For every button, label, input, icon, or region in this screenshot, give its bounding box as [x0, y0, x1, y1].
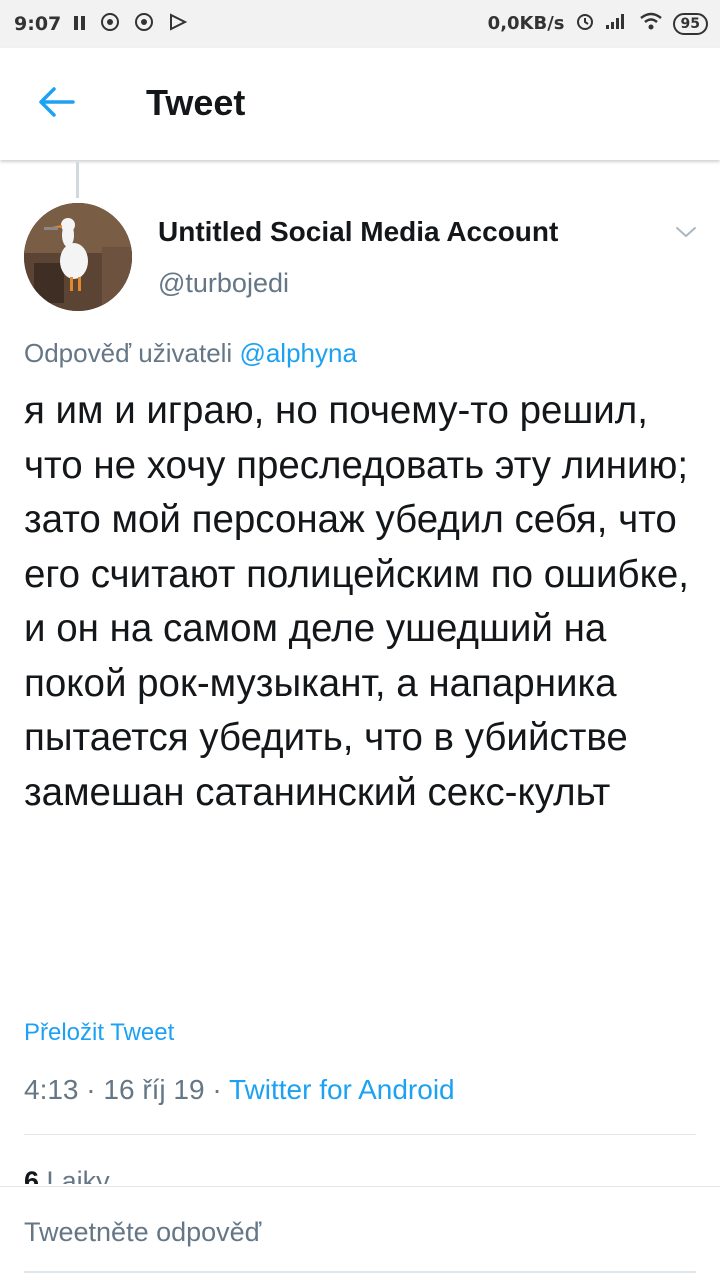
tweet-time: 4:13 [24, 1074, 79, 1105]
user-handle[interactable]: @turbojedi [158, 268, 289, 299]
likes-count[interactable]: 6 Laiky [24, 1166, 110, 1184]
signal-icon [605, 12, 629, 35]
status-bar: 9:07 0,0KB/s 95 [0, 0, 720, 48]
tweet-source-link[interactable]: Twitter for Android [229, 1074, 455, 1105]
status-time: 9:07 [14, 13, 62, 35]
reply-input-underline [24, 1271, 696, 1273]
reply-to-line: Odpověď uživateli @alphyna [24, 338, 357, 369]
network-speed: 0,0KB/s [487, 13, 565, 34]
thread-connector [76, 162, 79, 198]
divider [24, 1134, 696, 1135]
display-name[interactable]: Untitled Social Media Account [158, 216, 558, 248]
app-notification-icon [100, 12, 120, 37]
tweet-meta: 4:13 · 16 říj 19 · Twitter for Android [24, 1074, 455, 1106]
arrow-left-icon [37, 85, 75, 124]
translate-tweet-link[interactable]: Přeložit Tweet [24, 1019, 174, 1047]
avatar[interactable] [24, 203, 132, 311]
meta-separator: · [86, 1074, 96, 1105]
reply-mention-link[interactable]: @alphyna [239, 338, 356, 368]
tweet-date: 16 říj 19 [103, 1074, 205, 1105]
wifi-icon [639, 12, 663, 35]
reply-to-label: Odpověď uživateli [24, 338, 233, 368]
chevron-down-icon[interactable] [672, 222, 700, 242]
tweet-text: я им и играю, но почему-то решил, что не… [24, 389, 689, 814]
alarm-icon [575, 11, 595, 36]
likes-label: Laiky [46, 1166, 110, 1184]
back-button[interactable] [30, 78, 82, 130]
reply-input[interactable]: Tweetněte odpověď [24, 1217, 261, 1248]
pause-icon [74, 14, 86, 36]
app-bar: Tweet [0, 48, 720, 160]
meta-separator: · [212, 1074, 222, 1105]
reply-composer: Tweetněte odpověď [0, 1186, 720, 1281]
app-notification-icon [134, 12, 154, 37]
media-icon [168, 12, 188, 37]
battery-icon: 95 [672, 12, 708, 35]
page-title: Tweet [146, 82, 246, 123]
likes-number: 6 [24, 1166, 40, 1184]
